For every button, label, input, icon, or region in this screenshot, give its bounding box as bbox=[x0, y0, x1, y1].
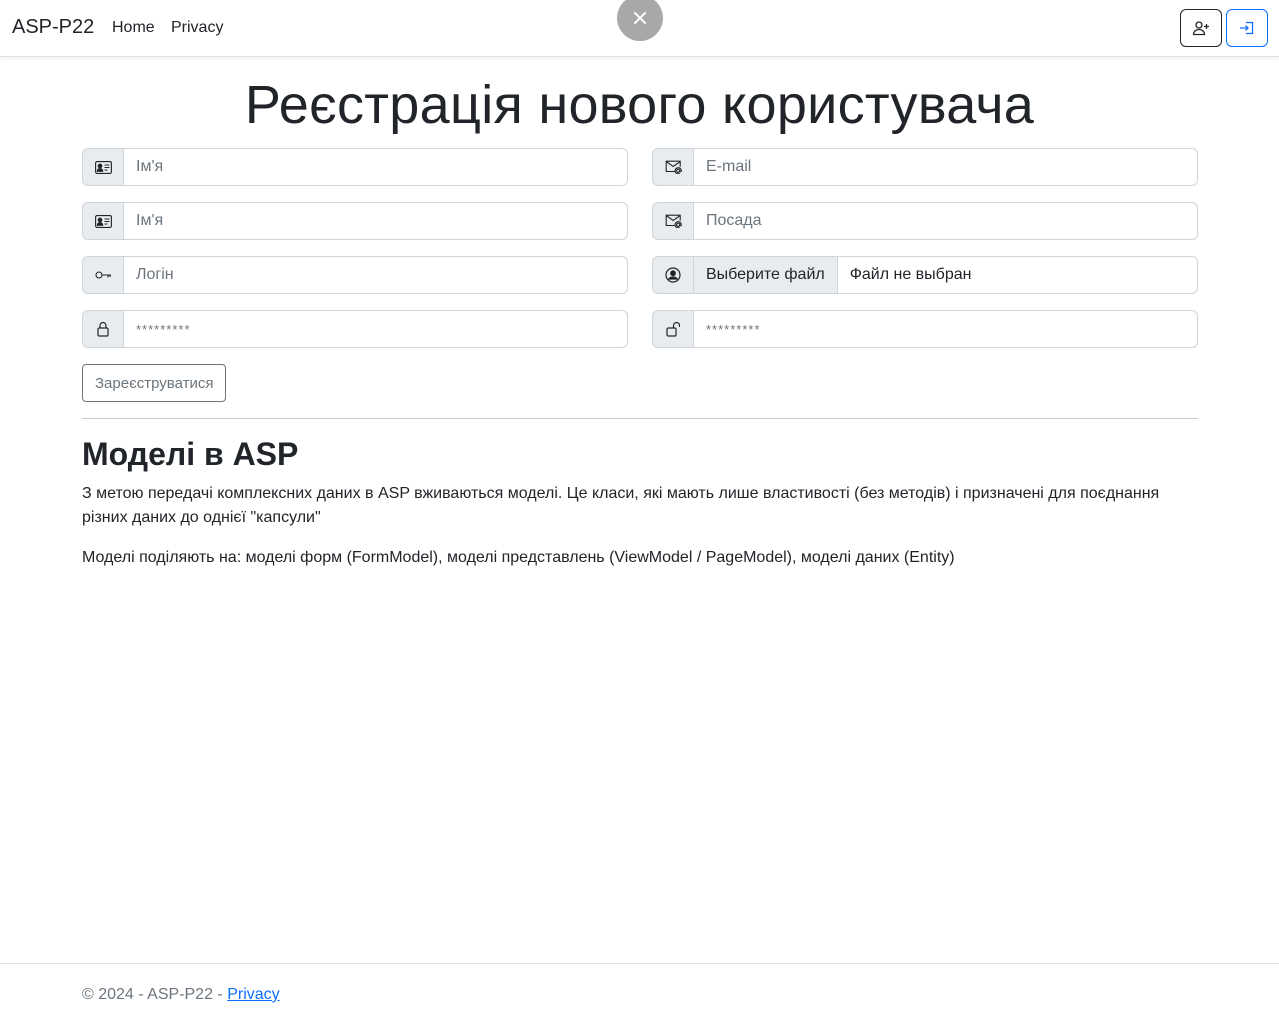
footer: © 2024 - ASP-P22 - Privacy bbox=[0, 963, 1279, 1023]
password-repeat-input[interactable]: ********* bbox=[694, 310, 1198, 348]
page-title: Реєстрація нового користувача bbox=[244, 75, 1035, 135]
first-name-input[interactable]: Ім'я bbox=[124, 148, 628, 186]
avatar-group: Выберите файл Файл не выбран bbox=[652, 256, 1198, 294]
section-title: Моделі в ASP bbox=[82, 436, 299, 472]
person-plus-icon bbox=[1192, 20, 1210, 36]
nav-link-home[interactable]: Home bbox=[112, 19, 155, 37]
person-vcard-icon bbox=[82, 148, 124, 186]
key-icon bbox=[82, 256, 124, 294]
footer-text: © 2024 - ASP-P22 - Privacy bbox=[82, 986, 280, 1004]
register-button[interactable]: Зареєструватися bbox=[82, 364, 227, 402]
nav-link-privacy[interactable]: Privacy bbox=[171, 19, 223, 37]
last-name-group: Ім'я bbox=[82, 202, 628, 240]
login-group: Логін bbox=[82, 256, 628, 294]
footer-privacy-link[interactable]: Privacy bbox=[227, 986, 279, 1003]
box-arrow-in-right-icon bbox=[1238, 20, 1256, 36]
envelope-at-icon bbox=[652, 202, 694, 240]
person-vcard-icon bbox=[82, 202, 124, 240]
envelope-at-icon bbox=[652, 148, 694, 186]
first-name-group: Ім'я bbox=[82, 148, 628, 186]
password-input[interactable]: ********* bbox=[124, 310, 628, 348]
lock-icon bbox=[82, 310, 124, 348]
login-input[interactable]: Логін bbox=[124, 256, 628, 294]
person-circle-icon bbox=[652, 256, 694, 294]
brand-link[interactable]: ASP-P22 bbox=[12, 16, 94, 39]
footer-copyright: © 2024 - ASP-P22 - bbox=[82, 986, 228, 1003]
password-group: ********* bbox=[82, 310, 628, 348]
signup-button[interactable] bbox=[1180, 9, 1222, 47]
section-paragraph: З метою передачі комплексних даних в ASP… bbox=[82, 485, 1160, 526]
unlock-icon bbox=[652, 310, 694, 348]
choose-file-button[interactable]: Выберите файл bbox=[694, 256, 838, 294]
section-paragraph: Моделі поділяють на: моделі форм (FormMo… bbox=[82, 549, 955, 566]
close-icon bbox=[632, 10, 648, 26]
login-button[interactable] bbox=[1226, 9, 1268, 47]
divider bbox=[82, 418, 1198, 419]
file-status-text: Файл не выбран bbox=[837, 256, 1198, 294]
last-name-input[interactable]: Ім'я bbox=[124, 202, 628, 240]
position-group: Посада bbox=[652, 202, 1198, 240]
position-input[interactable]: Посада bbox=[694, 202, 1198, 240]
email-group: E-mail bbox=[652, 148, 1198, 186]
password-repeat-group: ********* bbox=[652, 310, 1198, 348]
email-input[interactable]: E-mail bbox=[694, 148, 1198, 186]
